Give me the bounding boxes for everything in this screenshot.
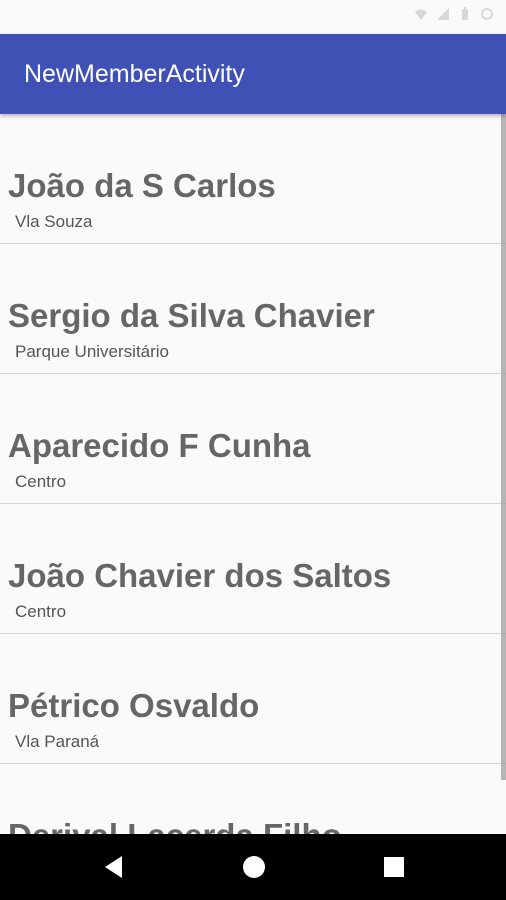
- wifi-icon: [414, 7, 428, 21]
- recents-icon: [379, 857, 409, 886]
- member-list-item[interactable]: Aparecido F Cunha Centro: [0, 374, 506, 504]
- member-neighborhood: Vla Paraná: [15, 732, 100, 751]
- member-list-item[interactable]: Pétrico Osvaldo Vla Paraná: [0, 634, 506, 764]
- member-list-item[interactable]: Derival Lacerda Filho: [0, 764, 506, 834]
- member-neighborhood: Parque Universitário: [15, 342, 170, 361]
- back-icon: [99, 856, 129, 886]
- member-list-item[interactable]: João Chavier dos Saltos Centro: [0, 504, 506, 634]
- app-title: NewMemberActivity: [24, 60, 245, 88]
- home-button[interactable]: [239, 852, 269, 882]
- member-name: João da S Carlos: [8, 167, 276, 204]
- list-scrollbar[interactable]: [501, 114, 506, 780]
- home-icon: [239, 856, 269, 886]
- back-button[interactable]: [99, 852, 129, 882]
- member-name: Derival Lacerda Filho: [8, 816, 342, 834]
- member-list[interactable]: João da S Carlos Vla Souza Sergio da Sil…: [0, 114, 506, 834]
- app-screen: NewMemberActivity João da S Carlos Vla S…: [0, 0, 506, 900]
- status-icons: [414, 7, 494, 21]
- navigation-bar: [0, 834, 506, 900]
- member-neighborhood: Centro: [15, 602, 67, 621]
- member-neighborhood: Vla Souza: [15, 212, 93, 231]
- member-neighborhood: Centro: [15, 472, 67, 491]
- member-list-item[interactable]: Sergio da Silva Chavier Parque Universit…: [0, 244, 506, 374]
- member-name: João Chavier dos Saltos: [8, 557, 392, 594]
- member-name: Sergio da Silva Chavier: [8, 297, 375, 334]
- member-name: Aparecido F Cunha: [8, 427, 311, 464]
- clock-icon: [480, 7, 494, 21]
- member-list-item[interactable]: João da S Carlos Vla Souza: [0, 114, 506, 244]
- signal-icon: [436, 7, 450, 21]
- battery-icon: [458, 7, 472, 21]
- recents-button[interactable]: [379, 852, 409, 882]
- app-bar: NewMemberActivity: [0, 34, 506, 114]
- member-name: Pétrico Osvaldo: [8, 687, 260, 724]
- status-bar: [0, 0, 506, 34]
